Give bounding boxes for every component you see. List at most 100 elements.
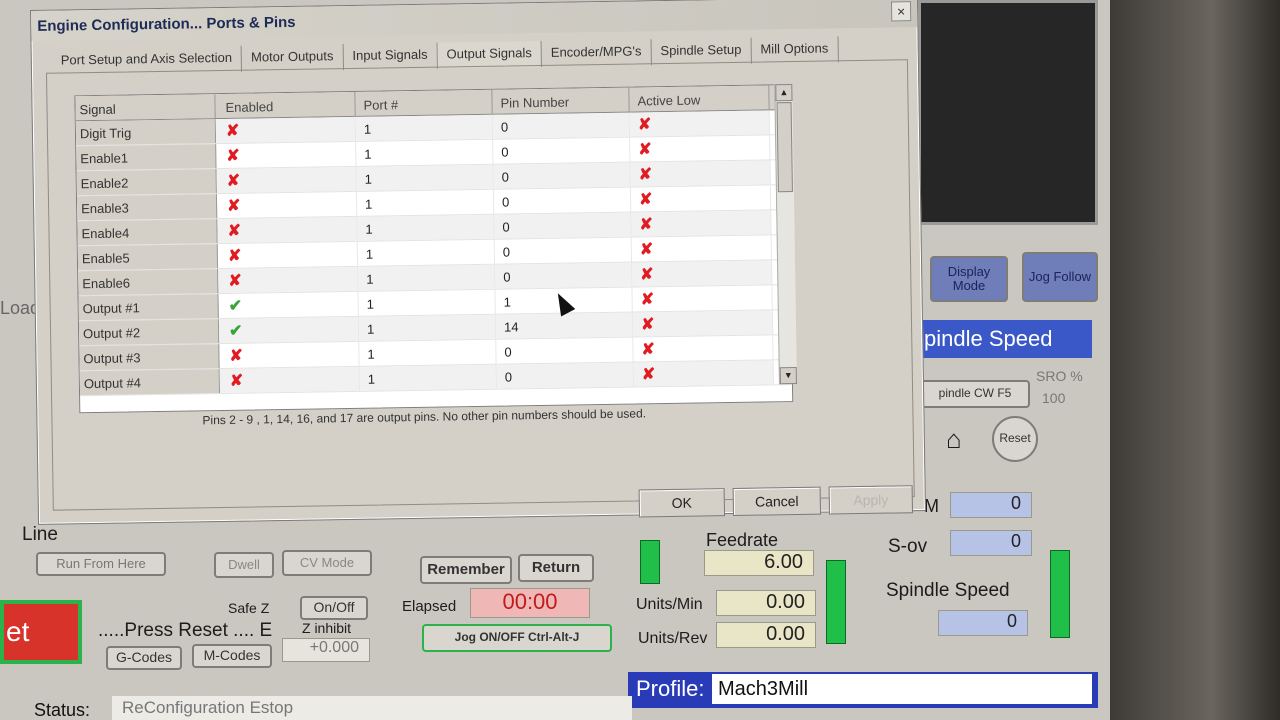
m-codes-button[interactable]: M-Codes (192, 644, 272, 668)
return-button[interactable]: Return (518, 554, 594, 582)
cross-icon[interactable]: ✘ (227, 173, 243, 190)
active-low-cell[interactable]: ✘ (632, 310, 774, 337)
pin-number-cell[interactable]: 0 (494, 237, 633, 264)
cross-icon[interactable]: ✘ (227, 223, 243, 240)
pin-number-cell[interactable]: 0 (496, 362, 634, 389)
active-low-cell[interactable]: ✘ (631, 210, 772, 237)
port-cell[interactable]: 1 (359, 339, 497, 366)
cross-icon[interactable]: ✘ (640, 291, 657, 308)
port-cell[interactable]: 1 (357, 239, 496, 266)
port-cell[interactable]: 1 (359, 364, 498, 391)
active-low-cell[interactable]: ✘ (630, 185, 772, 212)
signal-cell[interactable]: Output #1 (78, 294, 219, 321)
pin-number-cell[interactable]: 0 (494, 212, 632, 239)
cross-icon[interactable]: ✘ (639, 166, 655, 183)
cross-icon[interactable]: ✘ (640, 241, 656, 258)
port-cell[interactable]: 1 (358, 264, 496, 291)
signal-cell[interactable]: Enable6 (78, 269, 219, 296)
cross-icon[interactable]: ✘ (228, 248, 244, 265)
cancel-button[interactable]: Cancel (732, 486, 822, 517)
port-cell[interactable]: 1 (357, 214, 495, 241)
pin-number-cell[interactable]: 0 (496, 337, 634, 364)
cross-icon[interactable]: ✘ (229, 348, 245, 365)
scroll-down-icon[interactable]: ▼ (779, 367, 797, 385)
signal-cell[interactable]: Output #3 (79, 344, 220, 371)
active-low-cell[interactable]: ✘ (631, 235, 773, 262)
dwell-button[interactable]: Dwell (214, 552, 274, 578)
port-cell[interactable]: 1 (356, 164, 494, 191)
cv-mode-button[interactable]: CV Mode (282, 550, 372, 576)
column-header-enabled[interactable]: Enabled (215, 91, 356, 119)
active-low-cell[interactable]: ✘ (632, 260, 773, 287)
enabled-cell[interactable]: ✘ (217, 241, 359, 269)
cross-icon[interactable]: ✘ (641, 341, 657, 358)
enabled-cell[interactable]: ✔ (218, 316, 360, 344)
signal-cell[interactable]: Enable1 (76, 144, 217, 171)
enabled-cell[interactable]: ✘ (219, 341, 360, 369)
signal-cell[interactable]: Enable5 (77, 244, 219, 271)
active-low-cell[interactable]: ✘ (632, 285, 773, 312)
signal-cell[interactable]: Output #4 (79, 369, 221, 396)
port-cell[interactable]: 1 (356, 139, 494, 166)
enabled-cell[interactable]: ✘ (217, 216, 358, 244)
port-cell[interactable]: 1 (355, 114, 494, 141)
checkmark-icon[interactable]: ✔ (229, 298, 245, 315)
enabled-cell[interactable]: ✘ (216, 141, 357, 169)
signal-cell[interactable]: Output #2 (78, 319, 220, 346)
active-low-cell[interactable]: ✘ (633, 360, 774, 387)
pin-number-cell[interactable]: 0 (493, 162, 631, 189)
cross-icon[interactable]: ✘ (639, 216, 655, 233)
apply-button[interactable]: Apply (828, 485, 914, 515)
scroll-thumb[interactable] (776, 102, 793, 193)
pin-number-cell[interactable]: 0 (493, 187, 632, 214)
g-codes-button[interactable]: G-Codes (106, 646, 182, 670)
column-header-port[interactable]: Port # (355, 89, 493, 116)
active-low-cell[interactable]: ✘ (629, 110, 771, 137)
checkmark-icon[interactable]: ✔ (229, 323, 245, 340)
cross-icon[interactable]: ✘ (638, 116, 654, 133)
cross-icon[interactable]: ✘ (639, 191, 655, 208)
reset-round-button[interactable]: Reset (992, 416, 1038, 462)
pin-number-cell[interactable]: 14 (495, 312, 634, 339)
signal-cell[interactable]: Digit Trig (75, 119, 217, 146)
signal-cell[interactable]: Enable3 (76, 194, 218, 221)
jog-follow-button[interactable]: Jog Follow (1022, 252, 1098, 302)
cross-icon[interactable]: ✘ (228, 273, 244, 290)
enabled-cell[interactable]: ✘ (218, 266, 359, 294)
signal-cell[interactable]: Enable4 (77, 219, 218, 246)
cross-icon[interactable]: ✘ (641, 316, 657, 333)
column-header-active-low[interactable]: Active Low (629, 85, 770, 112)
close-icon[interactable]: × (890, 1, 912, 22)
jog-toggle-button[interactable]: Jog ON/OFF Ctrl-Alt-J (422, 624, 612, 652)
cross-icon[interactable]: ✘ (638, 141, 654, 158)
ok-button[interactable]: OK (638, 488, 726, 518)
enabled-cell[interactable]: ✘ (219, 366, 361, 394)
run-from-here-button[interactable]: Run From Here (36, 552, 166, 576)
enabled-cell[interactable]: ✘ (215, 116, 357, 144)
home-icon[interactable]: ⌂ (946, 424, 962, 455)
cross-icon[interactable]: ✘ (640, 266, 656, 283)
pin-number-cell[interactable]: 0 (493, 137, 631, 164)
signal-cell[interactable]: Enable2 (76, 169, 217, 196)
pin-number-cell[interactable]: 0 (495, 262, 633, 289)
port-cell[interactable]: 1 (358, 289, 496, 316)
column-header-pin[interactable]: Pin Number (492, 87, 630, 114)
cross-icon[interactable]: ✘ (226, 148, 242, 165)
column-header-signal[interactable]: Signal (75, 94, 216, 121)
pin-number-cell[interactable]: 0 (492, 112, 631, 139)
scroll-up-icon[interactable]: ▲ (775, 84, 793, 102)
emergency-reset-button[interactable]: et (0, 600, 82, 664)
cross-icon[interactable]: ✘ (226, 123, 242, 140)
on-off-button[interactable]: On/Off (300, 596, 368, 620)
port-cell[interactable]: 1 (356, 189, 495, 216)
cross-icon[interactable]: ✘ (227, 198, 243, 215)
spindle-cw-button[interactable]: pindle CW F5 (920, 380, 1030, 408)
display-mode-button[interactable]: Display Mode (930, 256, 1008, 302)
port-cell[interactable]: 1 (358, 314, 497, 341)
enabled-cell[interactable]: ✘ (216, 166, 357, 194)
enabled-cell[interactable]: ✔ (218, 291, 359, 319)
active-low-cell[interactable]: ✘ (633, 335, 774, 362)
cross-icon[interactable]: ✘ (230, 373, 246, 390)
cross-icon[interactable]: ✘ (642, 366, 658, 383)
active-low-cell[interactable]: ✘ (630, 135, 771, 162)
